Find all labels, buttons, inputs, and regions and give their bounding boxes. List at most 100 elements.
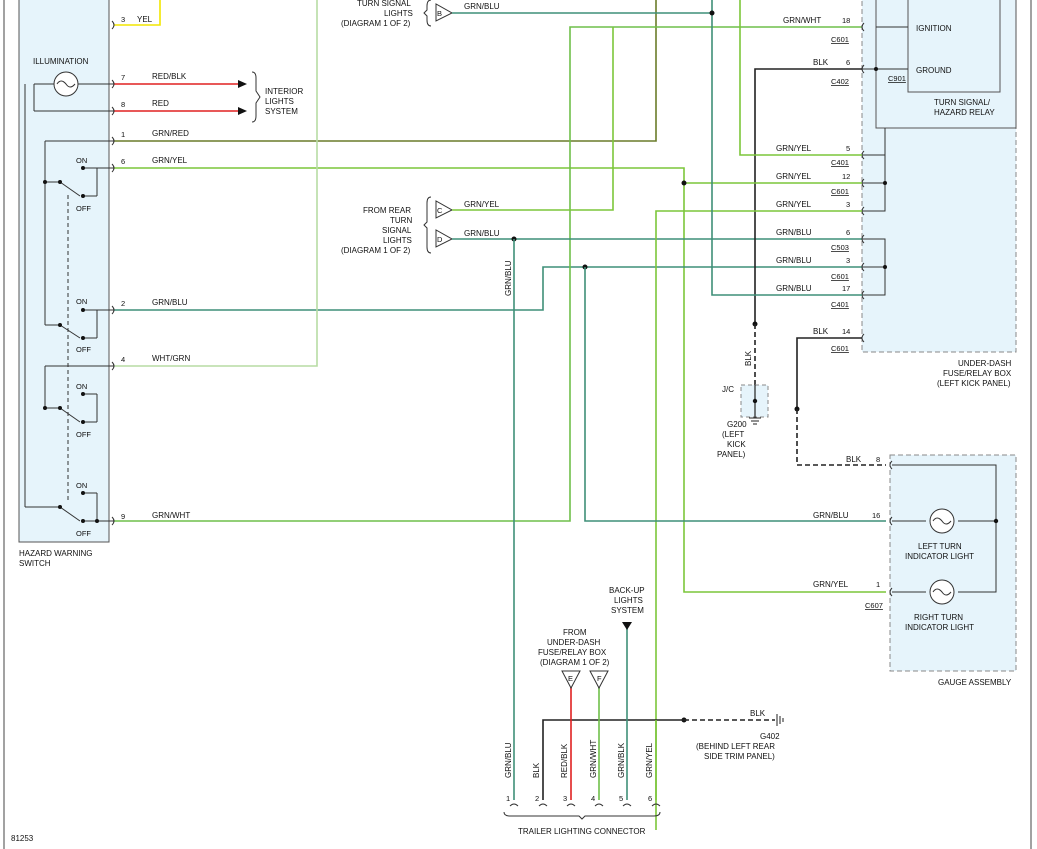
fuse-row2-conn: C402 [831, 77, 849, 86]
rear-turn-bracket [423, 196, 432, 254]
interior-bracket [251, 71, 261, 123]
relay-title-2: HAZARD RELAY [934, 108, 995, 117]
wire-grn-blu-pin2 [114, 266, 886, 311]
g402-line2: (BEHIND LEFT REAR [696, 742, 775, 751]
fuse-row8-pin: 17 [842, 284, 850, 293]
switch-wire-red-blk: RED/BLK [152, 72, 187, 81]
fuse-row1-conn: C601 [831, 35, 849, 44]
gauge-dot [993, 518, 999, 524]
trailer-pin-connectors [503, 803, 661, 820]
front-turn-wire: GRN/BLU [464, 2, 500, 11]
backup-line1: BACK-UP [609, 586, 645, 595]
gauge-title: GAUGE ASSEMBLY [938, 678, 1012, 687]
fuse-box-title-1: UNDER-DASH [958, 359, 1012, 368]
hazard-switch-title-2: SWITCH [19, 559, 51, 568]
from-fuse-line3: FUSE/RELAY BOX [538, 648, 607, 657]
ground-g402-icon [776, 714, 784, 726]
switch4-off: OFF [76, 529, 91, 538]
switch-pin-4: 4 [121, 355, 125, 364]
g402-line1: G402 [760, 732, 780, 741]
relay-title-1: TURN SIGNAL/ [934, 98, 991, 107]
connector-f: F [597, 674, 602, 683]
from-fuse-line1: FROM [563, 628, 587, 637]
g200-line2: (LEFT [722, 430, 744, 439]
gauge-row3-wire: GRN/YEL [813, 580, 849, 589]
fuse-row4-wire: GRN/YEL [776, 172, 812, 181]
wire-grn-yel-pin6 [114, 167, 886, 593]
switch-pin-7: 7 [121, 73, 125, 82]
from-fuse-line2: UNDER-DASH [547, 638, 601, 647]
backup-arrow-icon [622, 622, 632, 630]
front-turn-line2: LIGHTS [384, 9, 413, 18]
trailer-pin-6: 6 [648, 794, 652, 803]
switch1-off: OFF [76, 204, 91, 213]
fuse-row5-pin: 3 [846, 200, 850, 209]
gauge-row2-wire: GRN/BLU [813, 511, 849, 520]
switch-pin-8: 8 [121, 100, 125, 109]
fuse-row7-conn: C601 [831, 272, 849, 281]
switch-wire-yel: YEL [137, 15, 153, 24]
trailer-wire-4: GRN/WHT [589, 740, 598, 778]
front-turn-bracket [423, 0, 432, 27]
fuse-box-title-3: (LEFT KICK PANEL) [937, 379, 1011, 388]
connector-c: C [437, 206, 443, 215]
trailer-title: TRAILER LIGHTING CONNECTOR [518, 827, 646, 836]
jc-dot [752, 398, 758, 404]
switch3-on: ON [76, 382, 87, 391]
relay-inner [907, 0, 1001, 93]
switch-pin-9: 9 [121, 512, 125, 521]
right-turn-bulb-icon [929, 579, 955, 605]
gauge-row1-pin: 8 [876, 455, 880, 464]
g200-line1: G200 [727, 420, 747, 429]
interior-lights-1: INTERIOR [265, 87, 303, 96]
gauge-box [889, 454, 1017, 672]
switch3-off: OFF [76, 430, 91, 439]
fuse-row6-pin: 6 [846, 228, 850, 237]
wire-wht-grn [114, 0, 318, 367]
figure-id: 81253 [11, 834, 34, 843]
fuse-row7-wire: GRN/BLU [776, 256, 812, 265]
wire-blk-gauge [796, 409, 886, 466]
fuse-row5-wire: GRN/YEL [776, 200, 812, 209]
gauge-row3-pin: 1 [876, 580, 880, 589]
trailer-wire-6: GRN/YEL [645, 742, 654, 778]
fuse-row9-wire: BLK [813, 327, 829, 336]
wire-grn-wht-pin9 [114, 26, 862, 522]
switch-pin-1: 1 [121, 130, 125, 139]
trailer-wire-1: GRN/BLU [504, 742, 513, 778]
switch-pin-3: 3 [121, 15, 125, 24]
backup-line3: SYSTEM [611, 606, 644, 615]
rear-turn-line3: SIGNAL [382, 226, 412, 235]
trailer-pin-4: 4 [591, 794, 595, 803]
g402-wire: BLK [750, 709, 766, 718]
gauge-row1-wire: BLK [846, 455, 862, 464]
fuse-box-title-2: FUSE/RELAY BOX [943, 369, 1012, 378]
fuse-row3-wire: GRN/YEL [776, 144, 812, 153]
front-turn-line3: (DIAGRAM 1 OF 2) [341, 19, 411, 28]
trailer-up-wire-label: GRN/BLU [504, 260, 513, 296]
connector-d: D [437, 235, 443, 244]
switch-pin-6: 6 [121, 157, 125, 166]
rear-turn-line1: FROM REAR [363, 206, 411, 215]
illumination-label: ILLUMINATION [33, 57, 89, 66]
front-turn-line1: TURN SIGNAL [357, 0, 411, 8]
rear-turn-line4: LIGHTS [383, 236, 412, 245]
trailer-wire-2: BLK [532, 762, 541, 778]
trailer-wire-5: GRN/BLK [617, 742, 626, 778]
rear-turn-line2: TURN [390, 216, 412, 225]
switch-wire-grn-yel: GRN/YEL [152, 156, 188, 165]
rear-turn-wire-c: GRN/YEL [464, 200, 500, 209]
switch4-on: ON [76, 481, 87, 490]
fuse-row8-conn: C401 [831, 300, 849, 309]
right-turn-label-1: RIGHT TURN [914, 613, 963, 622]
trailer-wire-3: RED/BLK [560, 743, 569, 778]
fuse-row9-conn: C601 [831, 344, 849, 353]
fuse-row4-conn: C601 [831, 187, 849, 196]
backup-line2: LIGHTS [614, 596, 643, 605]
fuse-row3-pin: 5 [846, 144, 850, 153]
interior-lights-2: LIGHTS [265, 97, 294, 106]
gauge-conn: C607 [865, 601, 883, 610]
switch2-on: ON [76, 297, 87, 306]
jc-label: J/C [722, 385, 734, 394]
switch2-off: OFF [76, 345, 91, 354]
